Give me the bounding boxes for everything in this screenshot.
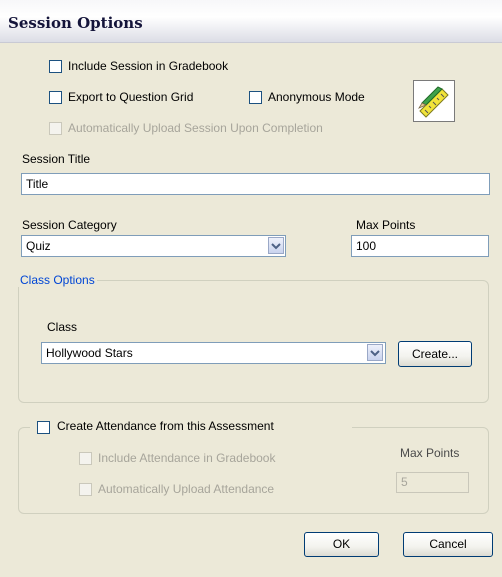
anonymous-mode-checkbox[interactable]: [249, 91, 262, 104]
ok-button[interactable]: OK: [304, 532, 379, 557]
attendance-upload-label: Automatically Upload Attendance: [98, 482, 275, 496]
auto-upload-checkbox[interactable]: [49, 122, 62, 135]
max-points-input[interactable]: 100: [351, 235, 489, 257]
class-dropdown-button[interactable]: [367, 344, 383, 361]
session-category-label: Session Category: [22, 218, 117, 232]
session-title-label: Session Title: [22, 152, 91, 166]
cancel-button[interactable]: Cancel: [403, 532, 493, 557]
create-attendance-label: Create Attendance from this Assessment: [57, 419, 274, 433]
chevron-down-icon: [271, 242, 281, 249]
attendance-group: [18, 427, 489, 514]
class-label: Class: [47, 320, 78, 334]
export-grid-checkbox[interactable]: [49, 91, 62, 104]
export-grid-label: Export to Question Grid: [68, 90, 194, 104]
create-class-button[interactable]: Create...: [398, 341, 472, 367]
attendance-max-points-input[interactable]: 5: [396, 472, 469, 493]
session-category-select[interactable]: Quiz: [21, 235, 286, 257]
session-category-value: Quiz: [26, 239, 51, 253]
class-value: Hollywood Stars: [46, 346, 133, 360]
anonymous-mode-label: Anonymous Mode: [268, 90, 365, 104]
ruler-pencil-icon[interactable]: [413, 80, 455, 122]
window-title: Session Options: [8, 14, 143, 32]
title-bar: Session Options: [0, 0, 502, 43]
include-gradebook-checkbox[interactable]: [49, 60, 62, 73]
include-gradebook-label: Include Session in Gradebook: [68, 59, 229, 73]
create-attendance-checkbox[interactable]: [37, 421, 50, 434]
session-title-input[interactable]: Title: [21, 173, 490, 195]
session-category-dropdown-button[interactable]: [268, 237, 284, 254]
class-select[interactable]: Hollywood Stars: [41, 342, 386, 364]
auto-upload-label: Automatically Upload Session Upon Comple…: [68, 121, 323, 135]
attendance-max-points-label: Max Points: [400, 446, 460, 460]
class-options-legend: Class Options: [18, 273, 97, 287]
max-points-label: Max Points: [356, 218, 416, 232]
attendance-upload-checkbox[interactable]: [79, 483, 92, 496]
attendance-gradebook-checkbox[interactable]: [79, 452, 92, 465]
chevron-down-icon: [370, 349, 380, 356]
attendance-gradebook-label: Include Attendance in Gradebook: [98, 451, 276, 465]
